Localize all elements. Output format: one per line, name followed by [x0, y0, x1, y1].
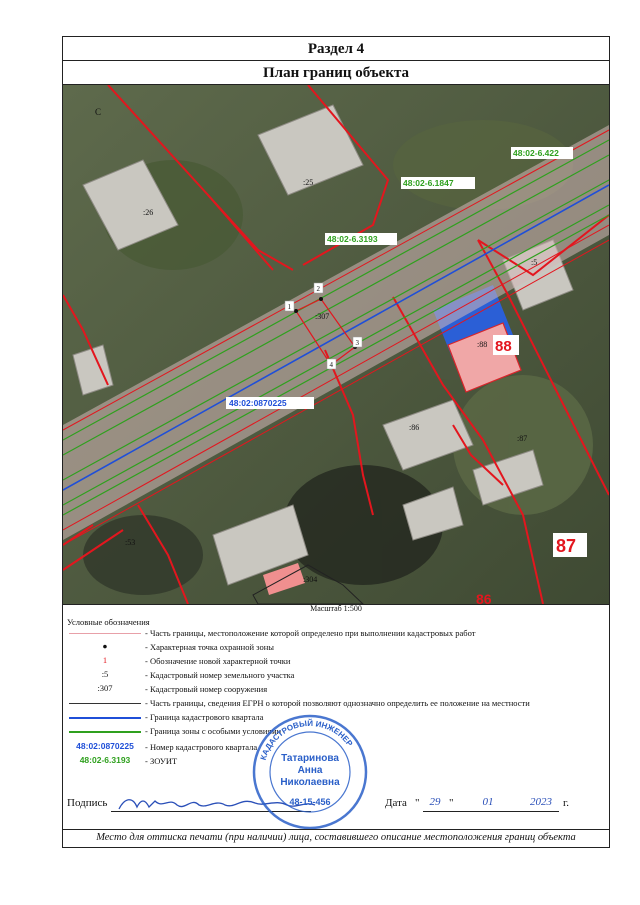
- legend-text-parcel-number: - Кадастровый номер земельного участка: [145, 670, 295, 680]
- zone-label-61847: 48:02-6.1847: [403, 178, 454, 188]
- point-1-dot: [294, 309, 298, 313]
- legend-row-egrn-boundary: - Часть границы, сведения ЕГРН о которой…: [63, 697, 609, 710]
- plan-title: План границ объекта: [63, 61, 609, 85]
- date-line: [423, 811, 559, 812]
- label-parcel-5: :5: [531, 258, 537, 267]
- stamp-number: 48-15-456: [289, 797, 330, 807]
- zone-label-6422: 48:02-6.422: [513, 148, 559, 158]
- label-parcel-25: :25: [303, 178, 313, 187]
- point-label-1: 1: [288, 303, 292, 311]
- label-north: С: [95, 107, 101, 117]
- point-label-3: 3: [356, 339, 360, 347]
- legend-symbol-new-boundary: [69, 633, 141, 634]
- legend-text-new-boundary: - Часть границы, местоположение которой …: [145, 628, 476, 638]
- legend-row-new-point: 1 - Обозначение новой характерной точки: [63, 655, 609, 668]
- legend-text-zouit: - ЗОУИТ: [145, 756, 178, 766]
- label-parcel-304: :304: [303, 575, 317, 584]
- legend-symbol-zone-boundary: [69, 731, 141, 733]
- legend-symbol-zouit: 48:02-6.3193: [79, 755, 131, 765]
- legend-row-zone-point: ● - Характерная точка охранной зоны: [63, 641, 609, 654]
- legend-symbol-quarter-number: 48:02:0870225: [76, 741, 134, 751]
- section-title: Раздел 4: [63, 37, 609, 61]
- label-parcel-26: :26: [143, 208, 153, 217]
- label-parcel-307: :307: [315, 312, 329, 321]
- stamp-place-note: Место для оттиска печати (при наличии) л…: [63, 829, 609, 843]
- label-parcel-86: :86: [409, 423, 419, 432]
- map-scale: Масштаб 1:500: [310, 604, 362, 613]
- date-month: 01: [482, 796, 494, 808]
- date-year-suffix: г.: [563, 797, 570, 809]
- legend-row-parcel-number: :5 - Кадастровый номер земельного участк…: [63, 669, 609, 682]
- legend-row-new-boundary: - Часть границы, местоположение которой …: [63, 627, 609, 640]
- point-label-4: 4: [330, 361, 334, 369]
- legend-text-new-point: - Обозначение новой характерной точки: [145, 656, 291, 666]
- legend-symbol-zone-point: ●: [102, 641, 108, 651]
- map-svg: :26 :25 :5 :307 :88 :86 :87 :53 :304 С 1…: [63, 85, 609, 604]
- legend-title: Условные обозначения: [67, 617, 150, 627]
- stamp-name2: Анна: [298, 765, 323, 776]
- document-frame: Раздел 4 План границ объекта:26:25:5 …: [62, 36, 610, 848]
- legend-text-egrn-boundary: - Часть границы, сведения ЕГРН о которой…: [145, 698, 530, 708]
- engineer-stamp: КАДАСТРОВЫЙ ИНЖЕНЕР Татаринова Анна Нико…: [251, 713, 369, 831]
- quarter-label: 48:02:0870225: [229, 398, 287, 408]
- legend-symbol-new-point: 1: [102, 655, 108, 665]
- legend-symbol-egrn-boundary: [69, 703, 141, 704]
- point-2-dot: [319, 297, 323, 301]
- house-number-88: 88: [495, 338, 512, 355]
- house-number-86: 86: [476, 591, 492, 604]
- date-label: Дата: [385, 797, 407, 809]
- house-number-87: 87: [556, 536, 576, 556]
- label-parcel-87: :87: [517, 434, 527, 443]
- cadastral-map[interactable]: :26 :25 :5 :307 :88 :86 :87 :53 :304 С 1…: [63, 85, 609, 605]
- legend-row-structure-number: :307 - Кадастровый номер сооружения: [63, 683, 609, 696]
- legend-text-quarter-boundary: - Граница кадастрового квартала: [145, 712, 264, 722]
- legend-symbol-parcel-number: :5: [101, 669, 109, 679]
- date-day: 29: [429, 796, 441, 808]
- date-year: 2023: [530, 796, 552, 808]
- stamp-name1: Татаринова: [281, 753, 339, 764]
- label-parcel-53: :53: [125, 538, 135, 547]
- legend-symbol-quarter-boundary: [69, 717, 141, 719]
- legend-text-quarter-number: - Номер кадастрового квартала: [145, 742, 258, 752]
- stamp-name3: Николаевна: [280, 777, 340, 788]
- legend-text-zone-point: - Характерная точка охранной зоны: [145, 642, 274, 652]
- label-parcel-88: :88: [477, 340, 487, 349]
- legend-text-structure-number: - Кадастровый номер сооружения: [145, 684, 268, 694]
- legend-symbol-structure-number: :307: [97, 683, 113, 693]
- signature-label: Подпись: [67, 797, 108, 809]
- point-label-2: 2: [317, 285, 321, 293]
- zone-label-63193: 48:02-6.3193: [327, 234, 378, 244]
